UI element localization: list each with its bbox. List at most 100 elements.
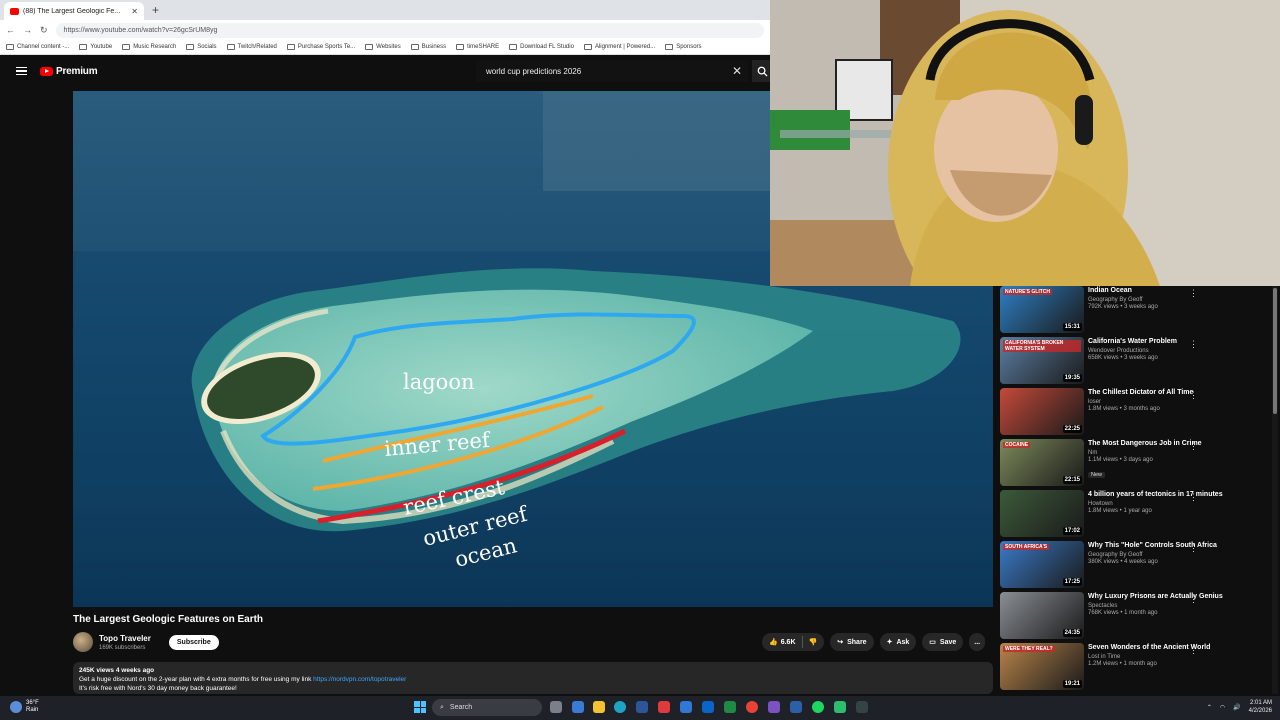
task-view-icon[interactable] [550,701,562,713]
subscribe-button[interactable]: Subscribe [168,634,219,650]
app-icon[interactable] [790,701,802,713]
recommendation-info: California's Water Problem Wendover Produ… [1088,337,1258,384]
recommendation-item[interactable]: 24:35 Why Luxury Prisons are Actually Gen… [1000,592,1272,639]
search-button[interactable] [752,60,772,82]
start-button[interactable] [414,701,426,713]
hamburger-menu-icon[interactable] [16,66,27,76]
bookmark-item[interactable]: timeSHARE [456,44,499,50]
chevron-up-icon[interactable]: ⌃ [1207,704,1212,711]
video-thumbnail[interactable]: CALIFORNIA'S BROKEN WATER SYSTEM 19:35 [1000,337,1084,384]
video-meta: 658K views • 3 weeks ago [1088,355,1158,361]
clock[interactable]: 2:01 AM 4/2/2026 [1249,699,1272,715]
app-icon[interactable] [834,701,846,713]
like-button[interactable]: 👍 6.6K [769,638,796,647]
taskbar-search[interactable]: ⌕ Search [432,699,542,716]
recommendation-item[interactable]: 17:02 4 billion years of tectonics in 17 … [1000,490,1272,537]
new-tab-button[interactable]: + [152,3,159,17]
more-icon: ... [974,638,981,646]
more-options-icon[interactable]: ⋮ [1189,492,1198,503]
thumbnail-text: WERE THEY REAL? [1003,646,1055,652]
like-count: 6.6K [780,638,796,646]
recommendation-item[interactable]: WERE THEY REAL? 19:21 Seven Wonders of the… [1000,643,1272,690]
bookmark-item[interactable]: Business [410,44,447,50]
channel-avatar[interactable] [73,632,93,652]
url-field[interactable]: https://www.youtube.com/watch?v=26gcSrUM… [55,22,764,38]
bookmark-item[interactable]: Sponsors [665,44,702,50]
share-button[interactable]: ↪ Share [830,633,874,651]
wifi-icon[interactable]: ◠ [1220,704,1225,711]
recommendation-item[interactable]: NATURE'S GLITCH 15:31 Indian Ocean Geograph… [1000,286,1272,333]
bookmark-label: Business [421,44,447,50]
recommendation-item[interactable]: COCAINE 22:15 The Most Dangerous Job in Cr… [1000,439,1272,486]
video-thumbnail[interactable]: 22:25 [1000,388,1084,435]
channel-name[interactable]: Topo Traveler [99,634,151,643]
app-icon[interactable] [680,701,692,713]
reload-icon[interactable]: ↻ [40,25,48,36]
outlook-icon[interactable] [702,701,714,713]
app-icon[interactable] [658,701,670,713]
search-input[interactable]: world cup predictions 2026 ✕ [476,60,748,82]
bookmark-item[interactable]: Download FL Studio [509,44,574,50]
video-title: California's Water Problem [1088,338,1177,345]
description-box[interactable]: 245K views 4 weeks ago Get a huge discou… [73,662,993,694]
app-icon[interactable] [636,701,648,713]
description-link[interactable]: https://nordvpn.com/topotraveler [313,676,406,683]
video-meta: 1.8M views • 1 year ago [1088,508,1152,514]
youtube-premium-logo[interactable]: Premium [40,66,98,77]
video-thumbnail[interactable]: 17:02 [1000,490,1084,537]
bookmark-item[interactable]: Twitch/Related [226,44,277,50]
video-thumbnail[interactable]: COCAINE 22:15 [1000,439,1084,486]
edge-browser-icon[interactable] [614,701,626,713]
discord-icon[interactable] [768,701,780,713]
folder-icon [410,44,419,50]
more-options-icon[interactable]: ⋮ [1189,594,1198,605]
duration-badge: 19:21 [1062,680,1082,688]
bookmark-item[interactable]: Alignment | Powered... [583,44,655,50]
more-actions-button[interactable]: ... [969,633,986,651]
bookmark-item[interactable]: Youtube [79,44,112,50]
more-options-icon[interactable]: ⋮ [1189,645,1198,656]
recommendation-item[interactable]: CALIFORNIA'S BROKEN WATER SYSTEM 19:35 Cal… [1000,337,1272,384]
recommendation-item[interactable]: 22:25 The Chillest Dictator of All Time lo… [1000,388,1272,435]
duration-badge: 15:31 [1062,323,1082,331]
volume-icon[interactable]: 🔊 [1233,704,1240,711]
close-tab-icon[interactable]: ✕ [131,7,138,16]
bookmark-item[interactable]: Websites [365,44,401,50]
bookmark-label: Purchase Sports Te... [297,44,356,50]
video-thumbnail[interactable]: WERE THEY REAL? 19:21 [1000,643,1084,690]
forward-icon[interactable]: → [23,25,32,35]
bookmark-item[interactable]: Socials [186,44,217,50]
video-thumbnail[interactable]: SOUTH AFRICA'S 17:25 [1000,541,1084,588]
bookmark-item[interactable]: Purchase Sports Te... [286,44,356,50]
video-title: Why This "Hole" Controls South Africa [1088,542,1217,549]
browser-tab[interactable]: (88) The Largest Geologic Fe... ✕ [4,2,144,20]
ask-button[interactable]: ✦ Ask [879,633,917,651]
excel-icon[interactable] [724,701,736,713]
sidebar-scrollbar-thumb[interactable] [1273,288,1277,414]
more-options-icon[interactable]: ⋮ [1189,390,1198,401]
video-thumbnail[interactable]: 24:35 [1000,592,1084,639]
save-button[interactable]: ▭ Save [922,633,964,651]
recommendation-item[interactable]: SOUTH AFRICA'S 17:25 Why This "Hole" Contr… [1000,541,1272,588]
chrome-icon[interactable] [746,701,758,713]
bookmark-item[interactable]: Channel content -... [6,44,69,50]
back-icon[interactable]: ← [6,25,15,35]
more-options-icon[interactable]: ⋮ [1189,339,1198,350]
duration-badge: 17:02 [1062,527,1082,535]
widgets-app-icon[interactable] [572,701,584,713]
weather-condition: Rain [26,707,39,713]
spotify-icon[interactable] [812,701,824,713]
bookmark-item[interactable]: Music Research [122,44,176,50]
more-options-icon[interactable]: ⋮ [1189,441,1198,452]
windows-taskbar: 36°F Rain ⌕ Search ⌃ ◠ 🔊 2:01 AM 4/2/202… [0,696,1280,720]
app-icon[interactable] [856,701,868,713]
video-thumbnail[interactable]: NATURE'S GLITCH 15:31 [1000,286,1084,333]
more-options-icon[interactable]: ⋮ [1189,288,1198,299]
thumbs-down-icon[interactable]: 👎 [809,638,818,646]
file-explorer-icon[interactable] [593,701,605,713]
weather-widget[interactable]: 36°F Rain [10,700,39,714]
thumbs-up-icon: 👍 [769,639,778,646]
clear-search-icon[interactable]: ✕ [732,64,742,78]
more-options-icon[interactable]: ⋮ [1189,543,1198,554]
view-stats: 245K views 4 weeks ago [79,667,155,674]
